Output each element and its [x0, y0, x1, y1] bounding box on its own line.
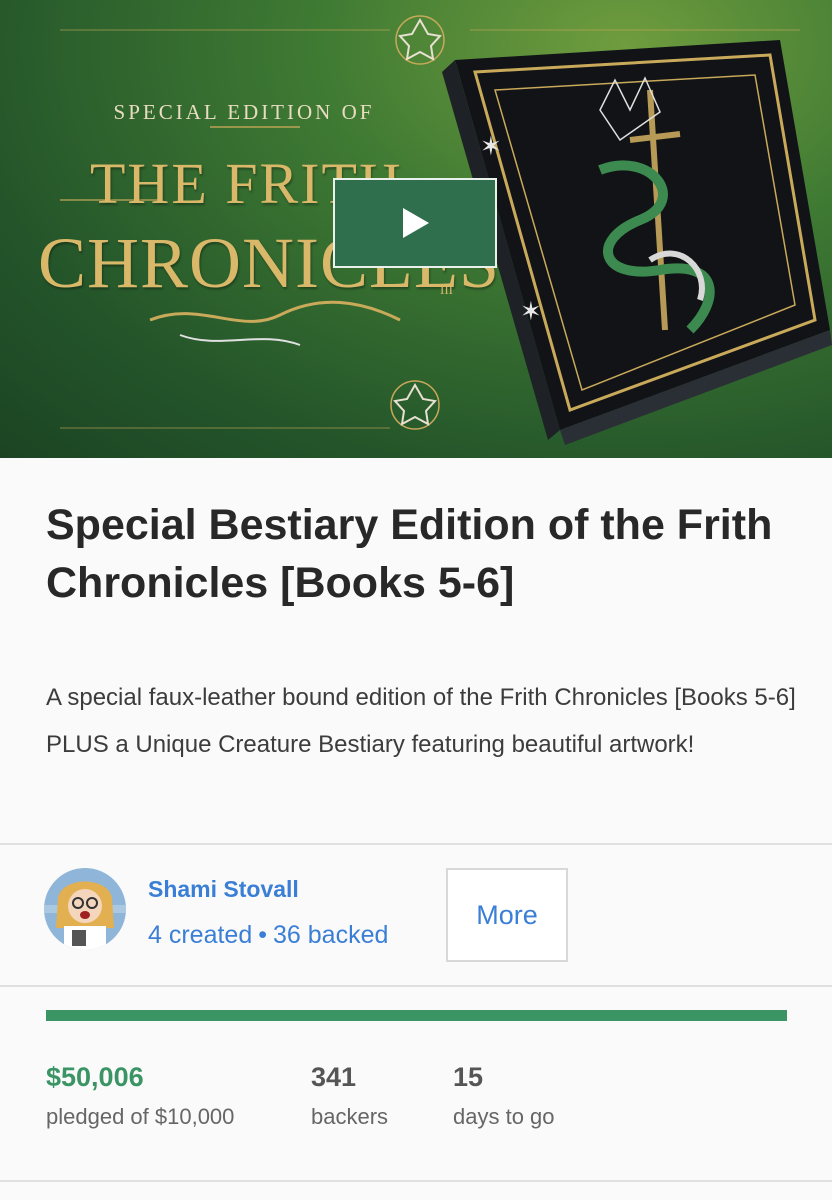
- backers-label: backers: [311, 1104, 389, 1129]
- pledged-label: pledged of $10,000: [46, 1104, 235, 1129]
- funding-progress-bar: [46, 1010, 787, 1021]
- hero-video-thumbnail[interactable]: ✶ ✶ ✦ SPECIAL EDITION OF THE FRITH CHRON…: [0, 0, 832, 458]
- avatar[interactable]: [44, 868, 126, 950]
- funding-progress-fill: [46, 1010, 787, 1021]
- separator-dot: •: [258, 921, 268, 949]
- divider: [0, 843, 832, 845]
- play-video-button[interactable]: [333, 178, 497, 268]
- hero-caption: SPECIAL EDITION OF: [113, 100, 375, 124]
- divider: [0, 1180, 832, 1182]
- more-button[interactable]: More: [446, 868, 568, 962]
- backed-count-link[interactable]: 36 backed: [273, 921, 388, 949]
- created-count-link[interactable]: 4 created: [148, 921, 252, 949]
- backers-count: 341: [311, 1062, 357, 1092]
- heptagram-icon: [395, 15, 445, 65]
- svg-text:✶: ✶: [520, 297, 542, 327]
- heptagram-icon: [390, 380, 440, 430]
- pledged-amount: $50,006: [46, 1062, 144, 1092]
- days-remaining: 15: [453, 1062, 484, 1092]
- book-illustration: ✶ ✶ ✦: [442, 40, 832, 445]
- creator-stats: 4 created • 36 backed: [148, 921, 388, 950]
- project-title: Special Bestiary Edition of the Frith Ch…: [46, 501, 773, 607]
- hero-volume-mark: III: [440, 282, 453, 297]
- play-icon: [403, 208, 429, 238]
- divider: [0, 985, 832, 987]
- project-blurb: A special faux-leather bound edition of …: [46, 684, 796, 758]
- svg-text:✶: ✶: [480, 132, 502, 162]
- creator-name-link[interactable]: Shami Stovall: [148, 876, 299, 903]
- days-label: days to go: [453, 1104, 555, 1129]
